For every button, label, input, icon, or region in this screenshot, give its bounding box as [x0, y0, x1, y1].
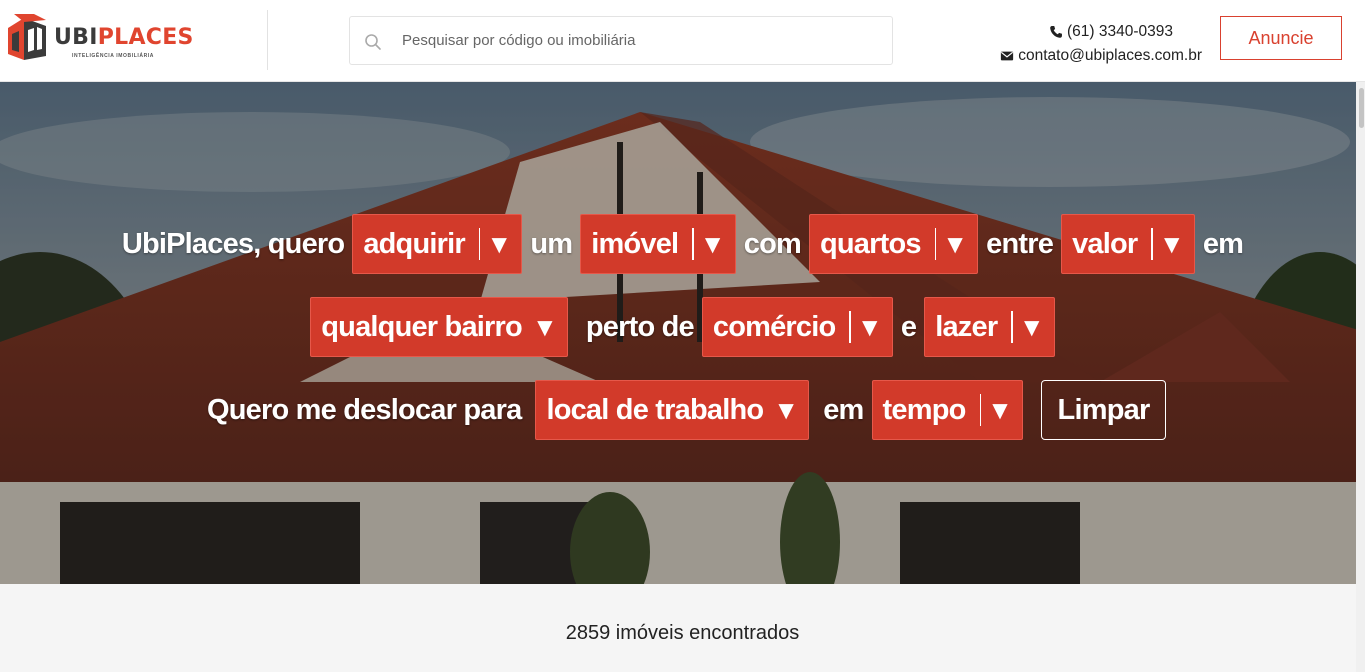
search-sentence-row-2: qualquer bairro ▼ perto de comércio ▼ e la…: [0, 297, 1365, 357]
contact-phone[interactable]: (61) 3340-0393: [980, 20, 1202, 44]
sentence-text: UbiPlaces, quero: [121, 227, 345, 260]
property-type-select[interactable]: imóvel ▼: [580, 214, 736, 274]
price-select-label: valor: [1072, 227, 1138, 260]
neighborhood-select[interactable]: qualquer bairro ▼: [310, 297, 568, 357]
sentence-text: em: [823, 393, 864, 426]
sentence-text: entre: [986, 227, 1054, 260]
logo-tagline: INTELIGÊNCIA IMOBILIÁRIA: [72, 53, 154, 59]
bedrooms-select-label: quartos: [819, 227, 922, 260]
search-box[interactable]: [349, 16, 893, 65]
transaction-select-label: adquirir: [363, 227, 465, 260]
scrollbar-thumb[interactable]: [1359, 88, 1364, 128]
select-separator: [692, 228, 694, 260]
sentence-text: Quero me deslocar para: [207, 393, 522, 426]
transaction-select[interactable]: adquirir ▼: [352, 214, 523, 274]
envelope-icon: [1001, 51, 1014, 61]
destination-select-label: local de trabalho: [546, 393, 764, 426]
phone-number: (61) 3340-0393: [1067, 23, 1173, 40]
results-count: 2859 imóveis encontrados: [565, 622, 800, 644]
leisure-select-label: lazer: [935, 310, 998, 343]
contact-info: (61) 3340-0393 contato@ubiplaces.com.br: [980, 20, 1202, 68]
results-section: 2859 imóveis encontrados: [0, 584, 1365, 672]
dropdown-arrow-icon: ▼: [486, 228, 512, 259]
search-sentence-row-3: Quero me deslocar para local de trabalho…: [0, 380, 1365, 440]
commute-time-select-label: tempo: [882, 393, 967, 426]
select-separator: [849, 311, 851, 343]
bedrooms-select[interactable]: quartos ▼: [808, 214, 979, 274]
property-type-select-label: imóvel: [591, 227, 679, 260]
select-separator: [934, 228, 937, 260]
search-sentence-row-1: UbiPlaces, quero adquirir ▼ um imóvel ▼ co…: [0, 214, 1365, 274]
search-icon: [365, 34, 381, 50]
sentence-text: um: [530, 227, 573, 260]
ubiplaces-logo[interactable]: UBIPLACES INTELIGÊNCIA IMOBILIÁRIA: [6, 14, 196, 66]
dropdown-arrow-icon: ▼: [942, 228, 968, 259]
sentence-text: em: [1202, 227, 1244, 260]
dropdown-arrow-icon: ▼: [773, 394, 799, 425]
select-separator: [1151, 228, 1153, 260]
dropdown-arrow-icon: ▼: [1018, 311, 1045, 342]
email-address: contato@ubiplaces.com.br: [1018, 47, 1202, 64]
select-separator: [1011, 311, 1013, 343]
phone-icon: [1050, 26, 1062, 38]
logo-mark-icon: [8, 14, 46, 60]
logo-places-text: PLACES: [97, 25, 194, 50]
dropdown-arrow-icon: ▼: [987, 394, 1013, 425]
dropdown-arrow-icon: ▼: [856, 311, 883, 342]
logo-wordmark: UBIPLACES: [54, 26, 194, 50]
sentence-text: com: [743, 227, 802, 260]
price-select[interactable]: valor ▼: [1061, 214, 1195, 274]
dropdown-arrow-icon: ▼: [699, 228, 726, 259]
neighborhood-select-label: qualquer bairro: [321, 310, 523, 343]
sentence-text: e: [900, 310, 917, 343]
header-divider: [267, 10, 268, 70]
clear-button[interactable]: Limpar: [1041, 380, 1166, 440]
dropdown-arrow-icon: ▼: [1158, 228, 1185, 259]
commute-time-select[interactable]: tempo ▼: [871, 380, 1023, 440]
commerce-select[interactable]: comércio ▼: [701, 297, 893, 357]
page-scrollbar[interactable]: [1356, 82, 1365, 672]
logo-ubi-text: UBI: [54, 25, 98, 50]
destination-select[interactable]: local de trabalho ▼: [535, 380, 810, 440]
site-header: UBIPLACES INTELIGÊNCIA IMOBILIÁRIA (61) …: [0, 0, 1365, 82]
dropdown-arrow-icon: ▼: [531, 311, 558, 342]
select-separator: [979, 394, 982, 426]
leisure-select[interactable]: lazer ▼: [924, 297, 1055, 357]
commerce-select-label: comércio: [712, 310, 836, 343]
sentence-text: perto de: [585, 310, 695, 343]
select-separator: [478, 228, 481, 260]
search-input[interactable]: [402, 17, 882, 64]
contact-email[interactable]: contato@ubiplaces.com.br: [980, 44, 1202, 68]
anuncie-button[interactable]: Anuncie: [1220, 16, 1342, 60]
